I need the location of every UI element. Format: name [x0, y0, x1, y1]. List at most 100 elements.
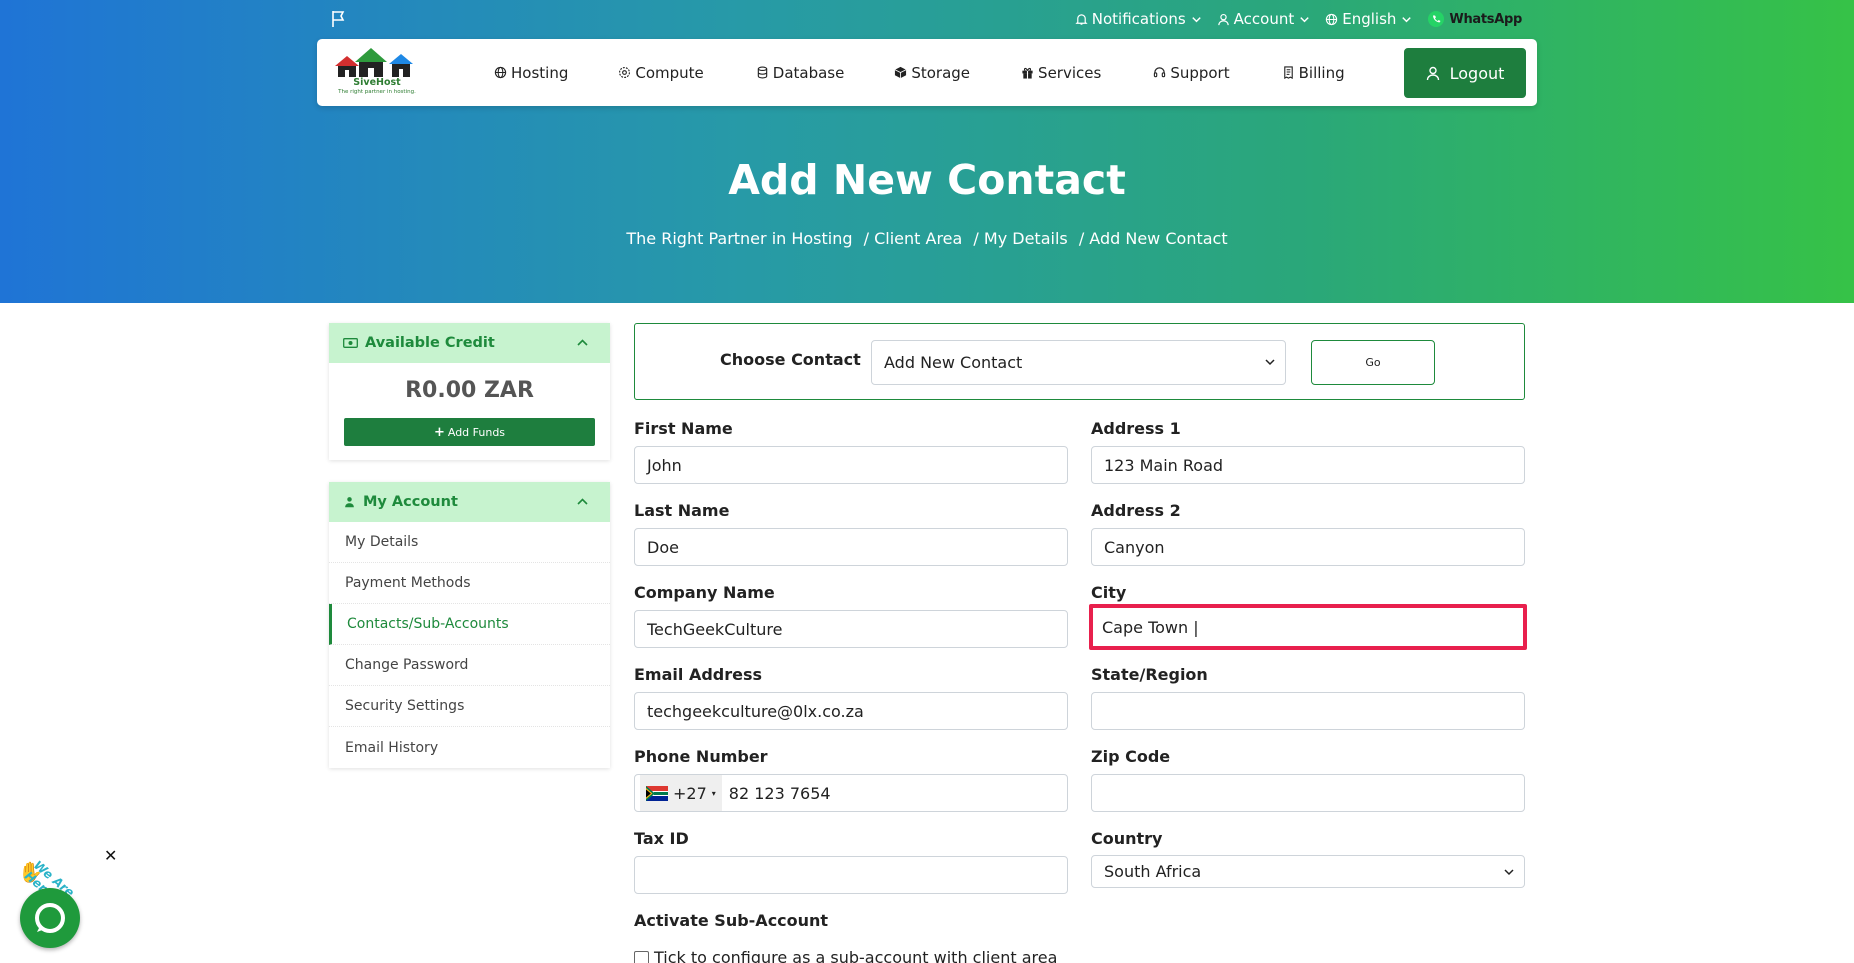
sidebar-item-payment-methods[interactable]: Payment Methods: [329, 563, 610, 604]
breadcrumb-my-details[interactable]: / My Details: [973, 229, 1067, 248]
first-name-value: John: [647, 455, 682, 475]
page-title: Add New Contact: [728, 156, 1126, 204]
credit-panel-header[interactable]: Available Credit: [329, 323, 610, 363]
logout-button[interactable]: Logout: [1404, 48, 1526, 98]
gear-icon: [619, 67, 631, 78]
go-button[interactable]: Go: [1311, 340, 1435, 385]
phone-label: Phone Number: [634, 747, 768, 766]
chevron-up-icon[interactable]: [576, 336, 589, 349]
sidebar-item-change-password[interactable]: Change Password: [329, 645, 610, 686]
breadcrumb-home[interactable]: The Right Partner in Hosting: [626, 229, 852, 248]
email-value: techgeekculture@0lx.co.za: [647, 701, 864, 721]
nav-services[interactable]: Services: [1021, 64, 1101, 82]
notifications-label: Notifications: [1091, 10, 1186, 28]
money-icon: [343, 338, 358, 348]
chat-close-button[interactable]: ✕: [104, 846, 117, 865]
last-name-input[interactable]: Doe: [634, 528, 1068, 566]
address2-input[interactable]: Canyon: [1091, 528, 1525, 566]
add-funds-button[interactable]: + Add Funds: [344, 418, 595, 446]
subaccount-checkbox[interactable]: [634, 951, 649, 963]
subaccount-checkbox-label: Tick to configure as a sub-account with …: [654, 948, 1058, 963]
top-bar: Notifications Account English WhatsApp: [0, 10, 1854, 32]
language-menu[interactable]: English: [1325, 10, 1413, 28]
choose-contact-label: Choose Contact: [720, 350, 861, 369]
phone-value: 82 123 7654: [728, 783, 831, 803]
nav-billing-label: Billing: [1298, 63, 1345, 82]
south-africa-flag-icon: [646, 785, 668, 801]
state-input[interactable]: [1091, 692, 1525, 730]
city-input[interactable]: Cape Town |: [1089, 604, 1527, 650]
add-funds-label: Add Funds: [447, 425, 506, 439]
chevron-up-icon[interactable]: [576, 495, 589, 508]
whatsapp-link[interactable]: WhatsApp: [1427, 10, 1522, 28]
chevron-down-icon: [1504, 869, 1514, 876]
phone-input[interactable]: +27 ▾ 82 123 7654: [634, 774, 1068, 812]
plus-icon: +: [433, 424, 445, 440]
last-name-label: Last Name: [634, 501, 730, 520]
language-label: English: [1342, 10, 1397, 28]
email-input[interactable]: techgeekculture@0lx.co.za: [634, 692, 1068, 730]
nav-menu: Hosting Compute Database Storage Service…: [494, 39, 1345, 106]
nav-hosting[interactable]: Hosting: [494, 64, 568, 82]
bell-icon: [1075, 13, 1088, 25]
nav-hosting-label: Hosting: [511, 63, 569, 82]
first-name-input[interactable]: John: [634, 446, 1068, 484]
logout-label: Logout: [1449, 63, 1505, 83]
nav-support[interactable]: Support: [1153, 63, 1230, 82]
user-icon: [345, 497, 354, 508]
chat-widget: ✕ ✋ We Are Here!: [18, 846, 117, 950]
credit-amount: R0.00 ZAR: [405, 378, 534, 403]
chevron-down-icon: [1300, 16, 1309, 22]
logo-name: SiveHost: [353, 77, 401, 88]
state-label: State/Region: [1091, 665, 1208, 684]
chat-launcher-button[interactable]: [20, 888, 80, 948]
choose-contact-select[interactable]: Add New Contact: [871, 340, 1286, 385]
sidebar-item-email-history[interactable]: Email History: [329, 727, 610, 768]
breadcrumb-current: / Add New Contact: [1078, 229, 1228, 248]
address1-label: Address 1: [1091, 419, 1181, 438]
country-select[interactable]: South Africa: [1091, 855, 1525, 888]
nav-storage[interactable]: Storage: [894, 64, 970, 82]
logo-tagline: The right partner in hosting.: [338, 89, 416, 95]
notifications-menu[interactable]: Notifications: [1075, 10, 1203, 28]
flag-icon[interactable]: [330, 10, 346, 28]
nav-database[interactable]: Database: [756, 64, 844, 82]
nav-support-label: Support: [1170, 63, 1230, 82]
address2-value: Canyon: [1104, 537, 1165, 557]
sidebar-item-my-details[interactable]: My Details: [329, 522, 610, 563]
breadcrumb-client-area[interactable]: / Client Area: [864, 229, 963, 248]
caret-down-icon: ▾: [711, 788, 716, 798]
city-value: Cape Town |: [1102, 617, 1199, 637]
city-label: City: [1091, 583, 1127, 602]
account-label: Account: [1233, 10, 1295, 28]
company-name-input[interactable]: TechGeekCulture: [634, 610, 1068, 648]
headset-icon: [1154, 67, 1166, 78]
tax-id-input[interactable]: [634, 856, 1068, 894]
nav-billing[interactable]: Billing: [1282, 64, 1345, 82]
zip-input[interactable]: [1091, 774, 1525, 812]
user-icon: [1426, 66, 1439, 80]
credit-panel: Available Credit R0.00 ZAR + Add Funds: [329, 323, 610, 460]
sidebar-item-contacts[interactable]: Contacts/Sub-Accounts: [329, 604, 610, 645]
credit-title: Available Credit: [365, 335, 495, 351]
last-name-value: Doe: [647, 537, 679, 557]
box-icon: [895, 66, 907, 79]
whatsapp-icon: [1428, 11, 1445, 27]
nav-storage-label: Storage: [911, 63, 971, 82]
company-name-label: Company Name: [634, 583, 775, 602]
account-panel-header[interactable]: My Account: [329, 482, 610, 522]
main-navbar: SiveHost The right partner in hosting. H…: [317, 39, 1537, 106]
country-value: South Africa: [1104, 862, 1202, 881]
address1-input[interactable]: 123 Main Road: [1091, 446, 1525, 484]
nav-compute[interactable]: Compute: [618, 64, 704, 82]
sidebar-item-security-settings[interactable]: Security Settings: [329, 686, 610, 727]
dial-code-selector[interactable]: +27 ▾: [640, 775, 722, 811]
account-menu[interactable]: Account: [1217, 10, 1312, 28]
user-icon: [1217, 13, 1229, 25]
choose-contact-panel: Choose Contact Add New Contact Go: [634, 323, 1525, 400]
sivehost-logo[interactable]: SiveHost The right partner in hosting.: [331, 44, 423, 100]
country-label: Country: [1091, 829, 1163, 848]
activate-subaccount-label: Activate Sub-Account: [634, 911, 829, 930]
company-name-value: TechGeekCulture: [647, 619, 783, 639]
whatsapp-label: WhatsApp: [1449, 11, 1522, 27]
